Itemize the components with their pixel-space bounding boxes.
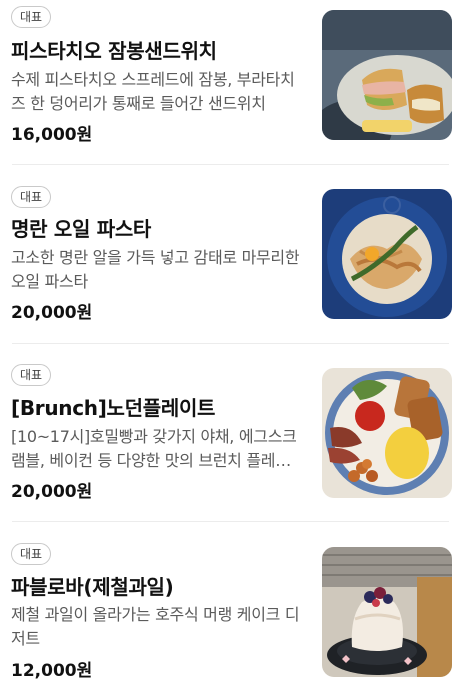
menu-item-name: 명란 오일 파스타 (11, 217, 152, 241)
signature-badge: 대표 (11, 543, 52, 565)
menu-item-price: 20,000원 (11, 482, 93, 502)
menu-item-photo[interactable] (322, 10, 452, 140)
signature-badge: 대표 (11, 364, 52, 386)
pasta-image (322, 189, 452, 319)
menu-item-name: 파블로바(제철과일) (11, 575, 174, 599)
menu-item[interactable]: 대표 파블로바(제철과일) 제철 과일이 올라가는 호주식 머랭 케이크 디저트… (0, 521, 461, 696)
signature-badge: 대표 (11, 6, 52, 28)
menu-item[interactable]: 대표 피스타치오 잠봉샌드위치 수제 피스타치오 스프레드에 잠봉, 부라타치즈… (0, 0, 461, 165)
menu-item-name: 피스타치오 잠봉샌드위치 (11, 39, 217, 63)
sandwich-image (322, 10, 452, 140)
menu-list: 대표 피스타치오 잠봉샌드위치 수제 피스타치오 스프레드에 잠봉, 부라타치즈… (0, 0, 461, 696)
menu-item-description: 제철 과일이 올라가는 호주식 머랭 케이크 디저트 (11, 605, 300, 648)
menu-item[interactable]: 대표 명란 오일 파스타 고소한 명란 알을 가득 넣고 감태로 마무리한 오일… (0, 165, 461, 343)
menu-item-photo[interactable] (322, 547, 452, 677)
menu-item-name: [Brunch]노던플레이트 (11, 396, 216, 420)
menu-item-photo[interactable] (322, 189, 452, 319)
menu-item-price: 20,000원 (11, 303, 93, 323)
menu-item-photo[interactable] (322, 368, 452, 498)
menu-item-price: 12,000원 (11, 661, 93, 681)
menu-item-description: 고소한 명란 알을 가득 넣고 감태로 마무리한 오일 파스타 (11, 248, 300, 291)
menu-item-description: 수제 피스타치오 스프레드에 잠봉, 부라타치즈 한 덩어리가 통째로 들어간 … (11, 70, 295, 113)
menu-item-description: [10~17시]호밀빵과 갖가지 야채, 에그스크램블, 베이컨 등 다양한 맛… (11, 427, 297, 470)
brunch-plate-image (322, 368, 452, 498)
pavlova-image (322, 547, 452, 677)
menu-item-price: 16,000원 (11, 125, 93, 145)
signature-badge: 대표 (11, 186, 52, 208)
menu-item[interactable]: 대표 [Brunch]노던플레이트 [10~17시]호밀빵과 갖가지 야채, 에… (0, 343, 461, 521)
